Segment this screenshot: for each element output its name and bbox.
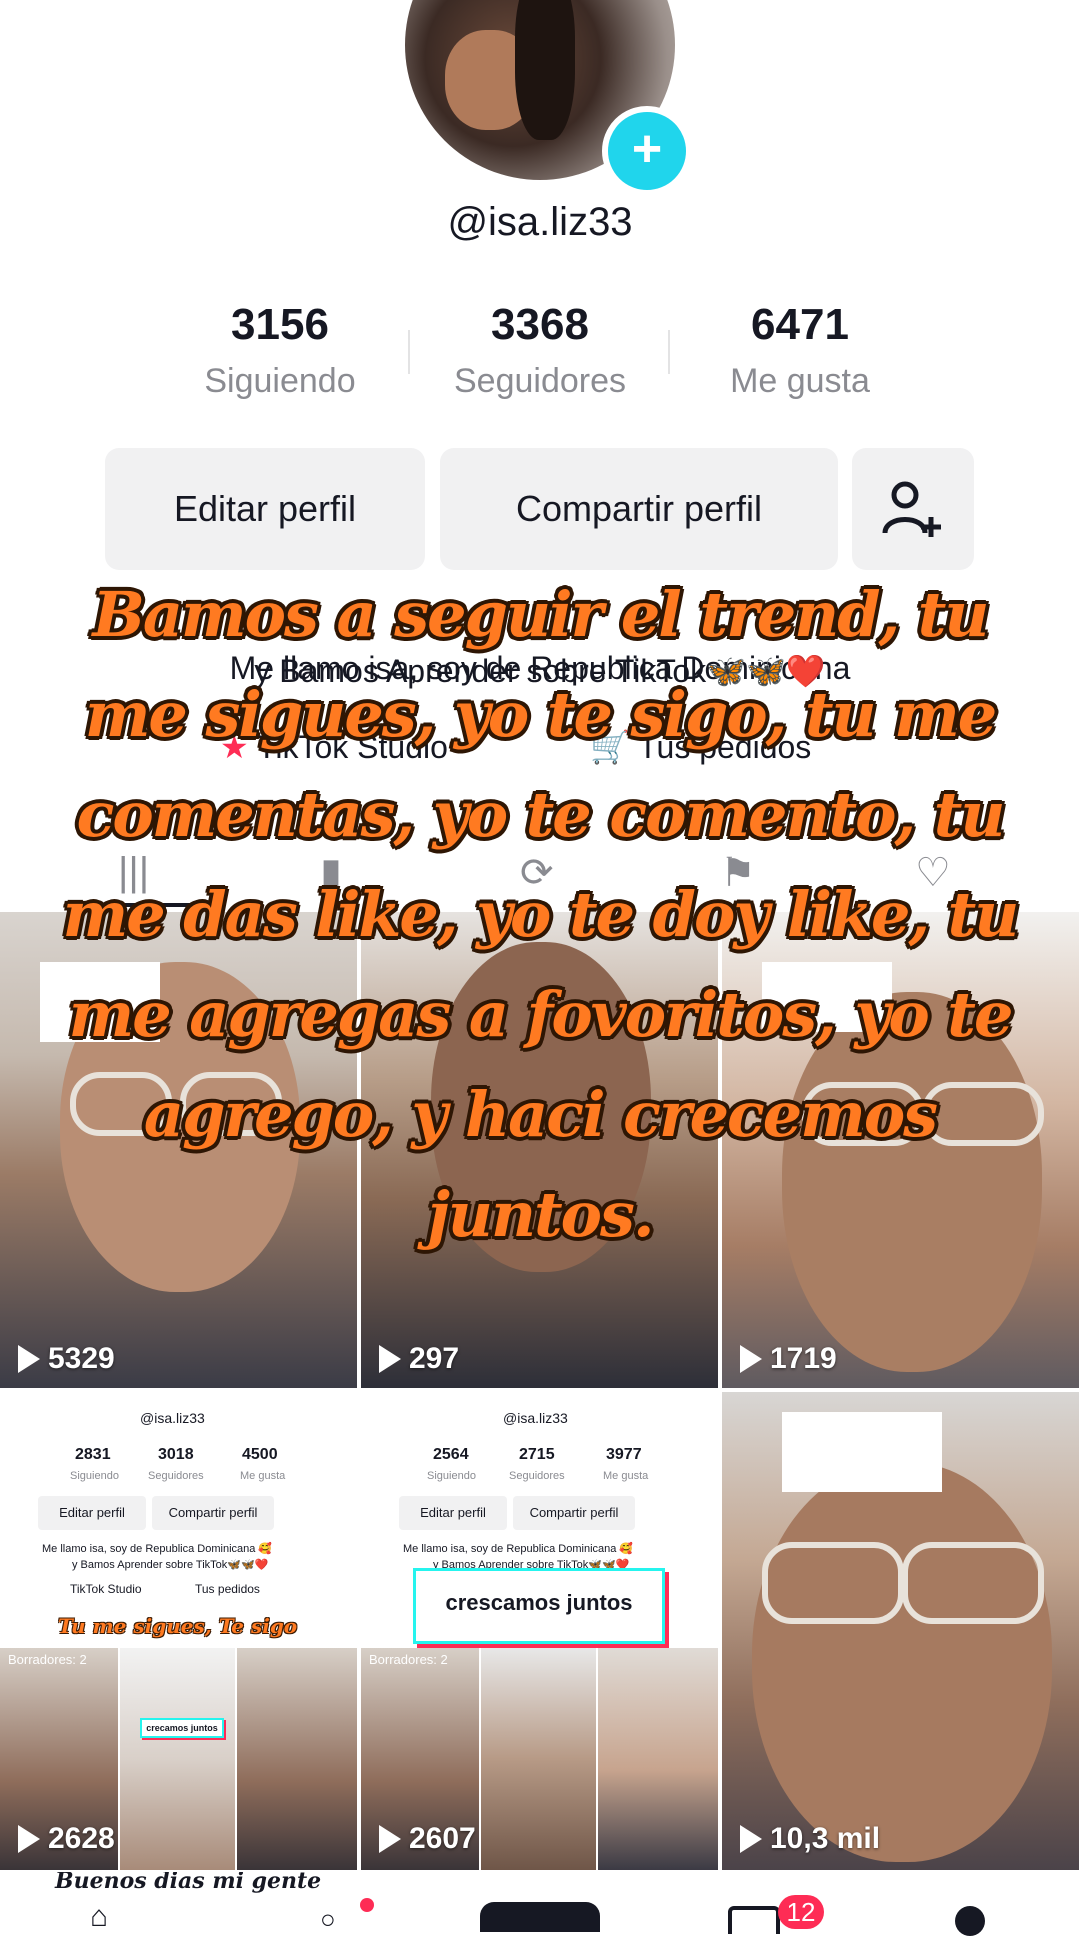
inbox-icon[interactable] — [728, 1906, 780, 1934]
video-views-6-value: 10,3 mil — [770, 1822, 881, 1855]
mini-username: @isa.liz33 — [503, 1410, 568, 1426]
comment-reply-sticker — [782, 1412, 942, 1492]
profile-username: @isa.liz33 — [447, 200, 633, 244]
stat-followers-value: 3368 — [491, 300, 589, 349]
mini-stat-value: 3977 — [606, 1446, 642, 1463]
friends-dot — [360, 1898, 374, 1912]
mini-stat-label: Siguiendo — [70, 1470, 119, 1482]
play-icon — [18, 1345, 40, 1373]
video-views-5-value: 2607 — [409, 1822, 476, 1855]
mini-stat-label: Siguiendo — [427, 1470, 476, 1482]
play-icon — [379, 1345, 401, 1373]
video-views-3: 1719 — [740, 1342, 837, 1376]
stat-following-label: Siguiendo — [204, 362, 356, 400]
mini-drafts: Borradores: 2 — [8, 1652, 87, 1667]
mini-share-button: Compartir perfil — [152, 1496, 274, 1530]
video-thumbnail-5[interactable]: @isa.liz33 2564 2715 3977 Siguiendo Segu… — [361, 1392, 718, 1870]
mini-sticker: crecamos juntos — [140, 1718, 224, 1738]
mini-stat-label: Me gusta — [603, 1470, 649, 1482]
add-user-icon — [882, 481, 941, 537]
play-icon — [740, 1825, 762, 1853]
mini-drafts: Borradores: 2 — [369, 1652, 448, 1667]
edit-profile-button[interactable]: Editar perfil — [105, 448, 425, 570]
video-sticker: crescamos juntos — [413, 1568, 665, 1644]
video-7-caption: Buenos dias mi gente — [55, 1872, 322, 1894]
mini-bio-1: Me llamo isa, soy de Republica Dominican… — [42, 1543, 273, 1555]
add-friend-button[interactable] — [852, 448, 974, 570]
profile-tab-icon[interactable] — [955, 1906, 985, 1936]
mini-stat-value: 2831 — [75, 1446, 111, 1463]
stat-likes-value: 6471 — [751, 300, 849, 349]
mini-stat-value: 4500 — [242, 1446, 278, 1463]
stat-followers-label: Seguidores — [453, 362, 626, 400]
mini-studio: TikTok Studio — [70, 1582, 142, 1596]
stat-following-value: 3156 — [231, 300, 329, 349]
home-icon[interactable]: ⌂ — [90, 1900, 108, 1934]
mini-share-button: Compartir perfil — [513, 1496, 635, 1530]
stat-likes[interactable]: 6471 Me gusta — [670, 300, 930, 401]
video-thumbnail-6[interactable]: 10,3 mil — [722, 1392, 1079, 1870]
stat-followers[interactable]: 3368 Seguidores — [410, 300, 670, 401]
stat-following[interactable]: 3156 Siguiendo — [150, 300, 410, 401]
video-views-1: 5329 — [18, 1342, 115, 1376]
inbox-badge: 12 — [778, 1895, 824, 1929]
add-story-button[interactable]: + — [602, 106, 692, 196]
mini-stat-value: 2715 — [519, 1446, 555, 1463]
mini-stat-value: 2564 — [433, 1446, 469, 1463]
video-views-2-value: 297 — [409, 1342, 460, 1375]
mini-orders: Tus pedidos — [195, 1582, 260, 1596]
mini-stat-label: Seguidores — [509, 1470, 565, 1482]
mini-overlay-text: Tu me sigues, Te sigo — [58, 1614, 298, 1638]
mini-stat-value: 3018 — [158, 1446, 194, 1463]
mini-bio-1: Me llamo isa, soy de Republica Dominican… — [403, 1543, 634, 1555]
mini-bio-2: y Bamos Aprender sobre TikTok🦋🦋❤️ — [72, 1559, 269, 1571]
mini-stat-label: Seguidores — [148, 1470, 204, 1482]
video-views-1-value: 5329 — [48, 1342, 115, 1375]
mini-stat-label: Me gusta — [240, 1470, 286, 1482]
create-button[interactable] — [480, 1902, 600, 1932]
play-icon — [18, 1825, 40, 1853]
mini-username: @isa.liz33 — [140, 1410, 205, 1426]
share-profile-button[interactable]: Compartir perfil — [440, 448, 838, 570]
mini-edit-button: Editar perfil — [38, 1496, 146, 1530]
video-thumbnail-4[interactable]: @isa.liz33 2831 3018 4500 Siguiendo Segu… — [0, 1392, 357, 1870]
video-views-5: 2607 — [379, 1822, 476, 1856]
mini-edit-button: Editar perfil — [399, 1496, 507, 1530]
video-views-6: 10,3 mil — [740, 1822, 880, 1856]
video-views-2: 297 — [379, 1342, 459, 1376]
video-views-4-value: 2628 — [48, 1822, 115, 1855]
grid-separator — [0, 1388, 1080, 1392]
stat-likes-label: Me gusta — [730, 362, 870, 400]
play-icon — [740, 1345, 762, 1373]
video-views-3-value: 1719 — [770, 1342, 837, 1375]
video-caption-overlay: Bamos a seguir el trend, tu me sigues, y… — [62, 578, 1020, 1251]
video-thumbnail-7[interactable]: Buenos dias mi gente — [0, 1872, 357, 1920]
play-icon — [379, 1825, 401, 1853]
video-views-4: 2628 — [18, 1822, 115, 1856]
